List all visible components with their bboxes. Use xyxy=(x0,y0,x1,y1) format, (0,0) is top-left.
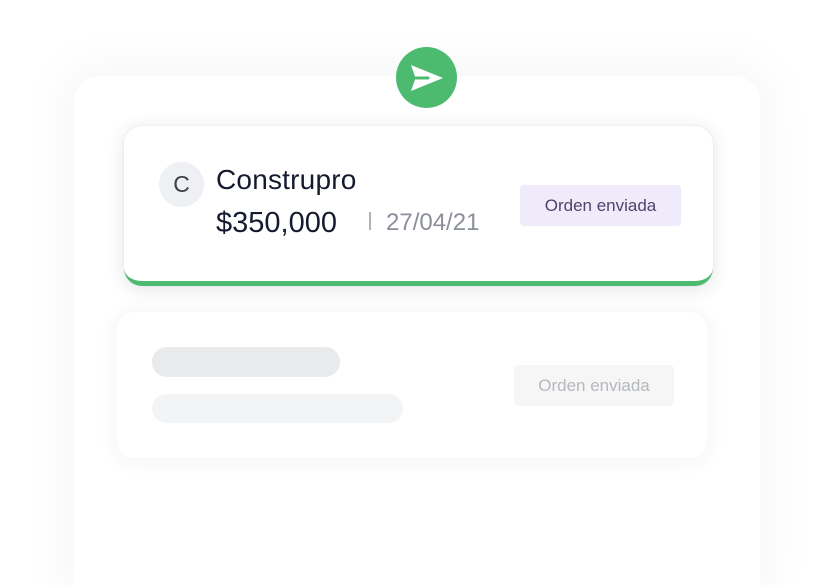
order-card[interactable]: C Construpro $350,000 27/04/21 Orden env… xyxy=(124,126,713,286)
skeleton-title xyxy=(152,347,340,377)
separator xyxy=(369,212,371,230)
placeholder-order-card: Orden enviada xyxy=(117,312,707,458)
page: C Construpro $350,000 27/04/21 Orden env… xyxy=(0,0,835,585)
order-amount: $350,000 xyxy=(216,207,337,239)
avatar: C xyxy=(159,162,204,207)
placeholder-status-badge: Orden enviada xyxy=(514,365,674,406)
order-date: 27/04/21 xyxy=(386,209,480,236)
send-badge xyxy=(396,47,457,108)
company-name: Construpro xyxy=(216,164,357,195)
skeleton-subtitle xyxy=(152,394,403,423)
status-badge: Orden enviada xyxy=(520,185,681,226)
send-icon xyxy=(410,64,443,91)
